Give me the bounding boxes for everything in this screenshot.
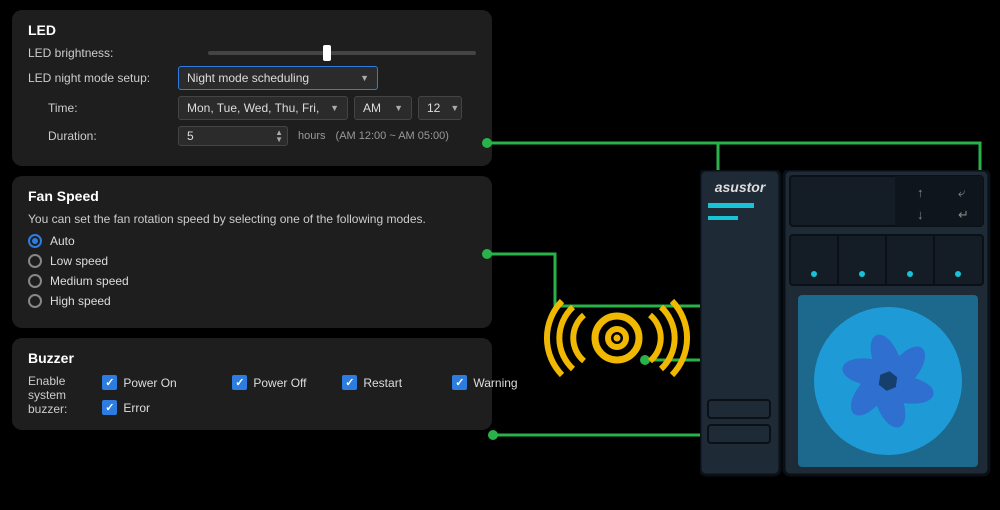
checkbox-icon <box>342 375 357 390</box>
buzzer-title: Buzzer <box>28 350 476 366</box>
led-bar-icon <box>708 203 754 208</box>
chevron-down-icon: ▼ <box>394 103 403 113</box>
buzzer-option-power-off[interactable]: Power Off <box>232 374 342 391</box>
ampm-select[interactable]: AM ▼ <box>354 96 412 120</box>
fan-option-low-speed[interactable]: Low speed <box>28 254 476 268</box>
svg-text:↓: ↓ <box>917 207 924 222</box>
duration-label: Duration: <box>28 129 178 143</box>
buzzer-option-restart[interactable]: Restart <box>342 374 452 391</box>
duration-unit: hours <box>298 130 326 142</box>
night-mode-select[interactable]: Night mode scheduling ▼ <box>178 66 378 90</box>
fan-option-medium-speed[interactable]: Medium speed <box>28 274 476 288</box>
duration-stepper[interactable]: 5 ▲ ▼ <box>178 126 288 146</box>
fan-panel: Fan Speed You can set the fan rotation s… <box>12 176 492 328</box>
checkbox-icon <box>232 375 247 390</box>
radio-icon <box>28 254 42 268</box>
led-brightness-label: LED brightness: <box>28 46 178 60</box>
svg-text:↵: ↵ <box>958 207 969 222</box>
buzzer-option-warning[interactable]: Warning <box>452 374 542 391</box>
fan-title: Fan Speed <box>28 188 476 204</box>
led-brightness-slider[interactable] <box>208 51 476 55</box>
radio-icon <box>28 294 42 308</box>
buzzer-option-error[interactable]: Error <box>102 399 232 416</box>
fan-option-high-speed[interactable]: High speed <box>28 294 476 308</box>
buzzer-enable-label: Enable system buzzer: <box>28 374 67 416</box>
fan-desc: You can set the fan rotation speed by se… <box>28 212 476 226</box>
fan-option-auto[interactable]: Auto <box>28 234 476 248</box>
checkbox-icon <box>102 375 117 390</box>
checkbox-icon <box>102 400 117 415</box>
svg-text:⤶: ⤶ <box>958 185 966 200</box>
days-select[interactable]: Mon, Tue, Wed, Thu, Fri, Sat, Sun ▼ <box>178 96 348 120</box>
led-panel: LED LED brightness: LED night mode setup… <box>12 10 492 166</box>
night-mode-label: LED night mode setup: <box>28 71 178 85</box>
hour-select[interactable]: 12 ▼ <box>418 96 462 120</box>
chevron-down-icon: ▼ <box>360 73 369 83</box>
slider-thumb[interactable] <box>323 45 331 61</box>
brand-logo: asustor <box>715 179 767 195</box>
time-label: Time: <box>28 101 178 115</box>
buzzer-panel: Buzzer Enable system buzzer: Power OnPow… <box>12 338 492 430</box>
radio-icon <box>28 234 42 248</box>
step-down-icon[interactable]: ▼ <box>275 136 283 143</box>
nas-device-illustration: asustor ↑ ⤶ ↓ ↵ <box>700 170 1000 480</box>
checkbox-icon <box>452 375 467 390</box>
chevron-down-icon: ▼ <box>330 103 339 113</box>
buzzer-speaker-icon <box>540 293 695 383</box>
buzzer-option-power-on[interactable]: Power On <box>102 374 232 391</box>
duration-hint: (AM 12:00 ~ AM 05:00) <box>336 130 449 142</box>
chevron-down-icon: ▼ <box>450 103 459 113</box>
svg-text:↑: ↑ <box>917 185 924 200</box>
radio-icon <box>28 274 42 288</box>
led-title: LED <box>28 22 476 38</box>
